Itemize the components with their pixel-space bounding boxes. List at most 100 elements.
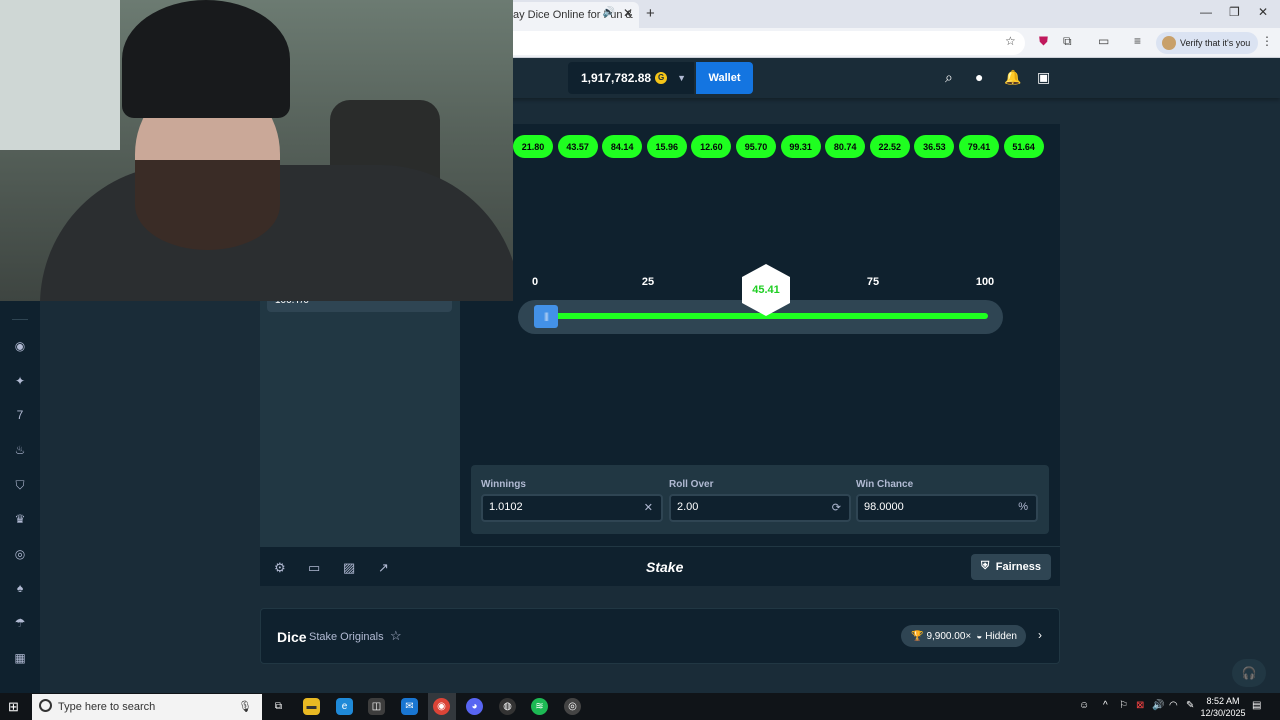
browser-tab[interactable]: ay Dice Online for Fun & 🔊 ✕ — [505, 2, 639, 28]
windows-taskbar: ⊞ Type here to search 🎙 ⧉ ▬ e ◫ ✉ ◉ ◕ ◍ … — [0, 693, 1280, 720]
trophy-icon: 🏆 — [911, 630, 924, 642]
app-icon[interactable]: ◎ — [564, 698, 581, 715]
percent-icon: % — [1018, 501, 1028, 513]
volume-icon[interactable]: 🔊 — [1152, 700, 1164, 711]
store-icon[interactable]: ◫ — [368, 698, 385, 715]
incognito-icon: ◒ — [976, 630, 983, 642]
settings-gear-icon[interactable]: ⚙ — [274, 560, 286, 576]
reading-list-icon[interactable]: ≡ — [1134, 34, 1141, 48]
live-stats-icon[interactable]: ↗ — [378, 560, 389, 576]
sidebar-table-icon[interactable]: ♠ — [12, 580, 28, 596]
sidebar-grid-icon[interactable]: ▦ — [12, 650, 28, 666]
sidebar-new-releases-icon[interactable]: ✦ — [12, 373, 28, 389]
slider-handle[interactable]: ||| — [534, 305, 558, 328]
winnings-value: 1.0102 — [489, 501, 523, 513]
sidebar-casino-icon[interactable]: ◉ — [12, 338, 28, 354]
action-center-icon[interactable]: ▤ — [1252, 700, 1261, 711]
bookmark-star-icon[interactable]: ☆ — [1005, 34, 1016, 48]
result-pill[interactable]: 51.64 — [1003, 135, 1044, 158]
result-pill[interactable]: 21.80 — [513, 135, 553, 158]
restore-icon[interactable]: ❐ — [1229, 5, 1240, 19]
clock-date: 12/30/2025 — [1200, 708, 1246, 718]
stake-logo: Stake — [646, 559, 684, 575]
address-bar[interactable] — [505, 31, 1025, 55]
people-icon[interactable]: ☺ — [1079, 700, 1089, 711]
hidden-label: Hidden — [985, 630, 1017, 642]
result-pill[interactable]: 22.52 — [869, 135, 910, 158]
sidebar-live-icon[interactable]: ◎ — [12, 546, 28, 562]
result-pill[interactable]: 99.31 — [780, 135, 821, 158]
support-headset-icon[interactable]: 🎧 — [1232, 659, 1266, 687]
discord-icon[interactable]: ◕ — [466, 698, 483, 715]
slider-tick-100: 100 — [975, 276, 995, 288]
result-pill[interactable]: 79.41 — [959, 135, 999, 158]
multiply-icon: ✕ — [643, 502, 653, 514]
verify-identity-chip[interactable]: Verify that it's you — [1156, 32, 1259, 54]
sidebar-game-show-icon[interactable]: ☂ — [12, 615, 28, 631]
webcam-window-blinds — [0, 0, 120, 150]
sidebar-crown-icon[interactable]: ♛ — [12, 511, 28, 527]
network-icon[interactable]: ⚐ — [1119, 700, 1128, 711]
stats-chart-icon[interactable]: ▨ — [343, 560, 355, 576]
media-router-icon[interactable]: ▭ — [1098, 34, 1109, 48]
sidebar-slots-icon[interactable]: 7 — [12, 407, 28, 423]
chrome-icon[interactable]: ◉ — [433, 698, 450, 715]
game-title: Dice — [277, 629, 307, 645]
sidebar-bonus-icon[interactable]: ⛉ — [12, 477, 28, 493]
new-tab-icon[interactable]: + — [646, 5, 655, 22]
roll-result-value: 45.41 — [752, 284, 780, 296]
security-icon[interactable]: ⊠ — [1136, 700, 1144, 711]
obs-icon[interactable]: ◍ — [499, 698, 516, 715]
win-chance-field[interactable]: 98.0000 % — [856, 494, 1038, 522]
close-window-icon[interactable]: ✕ — [1258, 5, 1268, 19]
fairness-button[interactable]: ⛨ Fairness — [971, 554, 1051, 580]
taskbar-search-box[interactable]: Type here to search 🎙 — [32, 694, 262, 720]
extensions-puzzle-icon[interactable]: ⧉ — [1063, 34, 1072, 49]
roll-over-label: Roll Over — [669, 479, 714, 490]
result-pill[interactable]: 15.96 — [646, 135, 687, 158]
close-tab-icon[interactable]: ✕ — [623, 6, 633, 20]
favorite-star-icon[interactable]: ☆ — [390, 628, 402, 644]
result-pill[interactable]: 80.74 — [825, 135, 866, 158]
spotify-icon[interactable]: ≋ — [531, 698, 548, 715]
winnings-field[interactable]: 1.0102 ✕ — [481, 494, 663, 522]
game-info-bar[interactable]: Dice Stake Originals ☆ 🏆 9,900.00× ◒ Hid… — [260, 608, 1060, 664]
result-pill[interactable]: 43.57 — [557, 135, 598, 158]
search-icon[interactable]: ⌕ — [945, 69, 953, 86]
file-explorer-icon[interactable]: ▬ — [303, 698, 320, 715]
user-icon[interactable]: ● — [975, 69, 983, 85]
system-clock[interactable]: 8:52 AM 12/30/2025 — [1198, 695, 1248, 719]
speaker-icon[interactable]: 🔊 — [603, 7, 615, 18]
windows-start-icon[interactable]: ⊞ — [8, 699, 19, 715]
result-pill[interactable]: 12.60 — [691, 135, 732, 158]
balance-selector[interactable]: 1,917,782.88 G ▼ — [568, 62, 694, 94]
result-pill[interactable]: 84.14 — [602, 135, 643, 158]
task-view-icon[interactable]: ⧉ — [270, 698, 287, 715]
edge-browser-icon[interactable]: e — [336, 698, 353, 715]
tray-expand-icon[interactable]: ^ — [1103, 700, 1108, 711]
sidebar-hot-icon[interactable]: ♨ — [12, 442, 28, 458]
max-win-badge: 🏆 9,900.00× ◒ Hidden — [901, 625, 1026, 647]
chevron-right-icon[interactable]: › — [1038, 628, 1042, 642]
swap-direction-icon[interactable]: ⟳ — [832, 501, 841, 514]
mail-icon[interactable]: ✉ — [401, 698, 418, 715]
wallet-button[interactable]: Wallet — [696, 62, 753, 94]
webcam-overlay — [0, 0, 513, 301]
winnings-label: Winnings — [481, 479, 526, 490]
result-pill[interactable]: 36.53 — [914, 135, 955, 158]
roll-over-field[interactable]: 2.00 ⟳ — [669, 494, 851, 522]
result-pill[interactable]: 95.70 — [736, 135, 776, 158]
pen-icon[interactable]: ✎ — [1186, 700, 1194, 711]
game-provider: Stake Originals — [309, 631, 384, 643]
profile-avatar — [1162, 36, 1176, 50]
extension-shield-icon[interactable]: ⛊ — [1039, 34, 1048, 49]
win-chance-value: 98.0000 — [864, 501, 904, 513]
chat-icon[interactable]: ▣ — [1037, 69, 1050, 86]
theatre-mode-icon[interactable]: ▭ — [308, 560, 320, 576]
minimize-icon[interactable]: — — [1200, 5, 1212, 19]
chevron-down-icon: ▼ — [677, 73, 686, 83]
wifi-icon[interactable]: ◠ — [1169, 700, 1178, 711]
microphone-icon[interactable]: 🎙 — [238, 700, 252, 713]
kebab-menu-icon[interactable]: ⋮ — [1261, 34, 1273, 48]
notification-bell-icon[interactable]: 🔔 — [1004, 69, 1021, 86]
